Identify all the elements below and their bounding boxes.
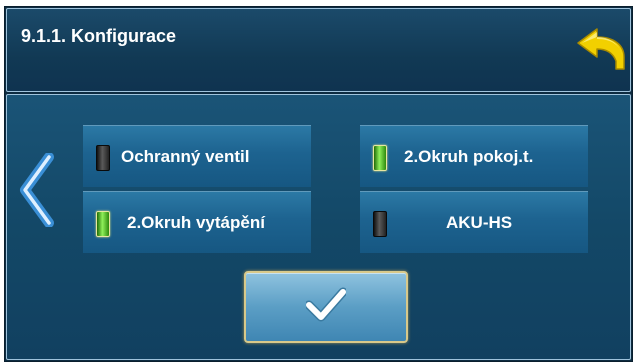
option-label: 2.Okruh pokoj.t. [404,147,534,166]
led-on-icon [96,211,110,237]
confirm-button[interactable] [244,271,408,343]
led-off-icon [373,211,387,237]
led-off-icon [96,145,110,171]
back-arrow-icon [577,28,625,70]
chevron-left-icon [20,152,54,228]
option-button-2-okruh-vytapeni[interactable]: 2.Okruh vytápění [83,191,311,253]
header-bar: 9.1.1. Konfigurace [6,8,631,92]
led-on-icon [373,145,387,171]
option-button-2-okruh-pokoj[interactable]: 2.Okruh pokoj.t. [360,125,588,187]
page-title: 9.1.1. Konfigurace [21,26,177,46]
option-label: 2.Okruh vytápění [127,213,265,232]
option-button-aku-hs[interactable]: AKU-HS [360,191,588,253]
screen: 9.1.1. Konfigurace Ochranný ventil 2.Okr… [4,6,633,362]
previous-page-button[interactable] [19,152,59,228]
options-panel: Ochranný ventil 2.Okruh pokoj.t. 2.Okruh… [6,94,631,360]
option-button-ochranny-ventil[interactable]: Ochranný ventil [83,125,311,187]
option-label: AKU-HS [446,213,513,232]
back-button[interactable] [576,27,626,71]
option-label: Ochranný ventil [121,147,250,166]
checkmark-icon [306,287,346,322]
